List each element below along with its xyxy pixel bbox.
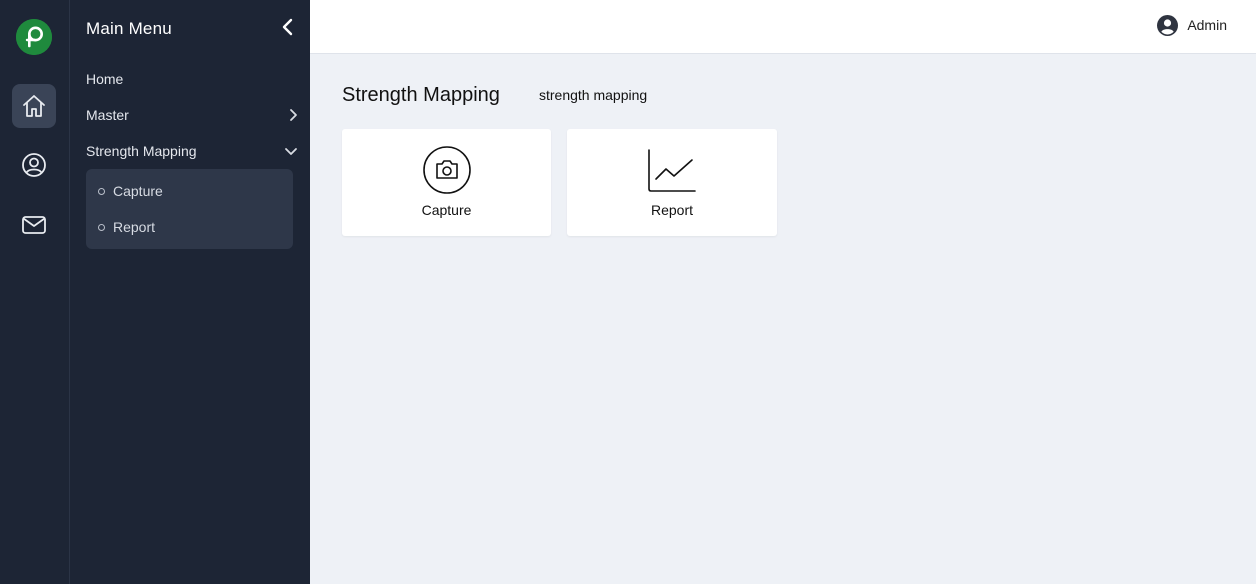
report-card[interactable]: Report [567, 129, 777, 236]
sidebar-item-home[interactable]: Home [86, 67, 298, 91]
user-name: Admin [1187, 17, 1227, 33]
bullet-icon [98, 187, 105, 195]
sidebar-collapse-button[interactable] [276, 15, 300, 39]
strength-mapping-submenu: Capture Report [86, 169, 293, 249]
top-header: Admin [310, 0, 1256, 54]
sidebar-item-strength-mapping[interactable]: Strength Mapping [86, 139, 298, 163]
breadcrumb: strength mapping [539, 87, 648, 103]
rail-home-button[interactable] [12, 84, 56, 128]
submenu-item-label: Capture [113, 183, 163, 199]
page-title: Strength Mapping [342, 84, 500, 106]
icon-rail [0, 0, 70, 584]
user-avatar-icon [1157, 14, 1179, 36]
chevron-down-icon [284, 146, 298, 156]
submenu-item-report[interactable]: Report [98, 217, 155, 237]
home-icon [21, 93, 47, 119]
card-label: Report [650, 202, 694, 218]
submenu-item-capture[interactable]: Capture [98, 181, 163, 201]
sidebar-item-master[interactable]: Master [86, 103, 298, 127]
line-chart-icon [647, 145, 697, 195]
capture-card[interactable]: Capture [342, 129, 551, 236]
sidebar-menu: Main Menu Home Master Strength Mapping C… [70, 0, 310, 584]
rail-mail-button[interactable] [12, 203, 56, 247]
user-circle-icon [21, 152, 47, 178]
sidebar-item-label: Strength Mapping [86, 143, 197, 159]
chevron-right-icon [288, 108, 298, 122]
rail-profile-button[interactable] [12, 143, 56, 187]
chevron-left-icon [281, 18, 295, 36]
sidebar-item-label: Master [86, 107, 129, 123]
logo-icon[interactable] [16, 19, 52, 55]
card-label: Capture [421, 202, 472, 218]
submenu-item-label: Report [113, 219, 156, 235]
mail-icon [21, 212, 47, 238]
sidebar-item-label: Home [86, 71, 124, 87]
camera-icon [422, 145, 472, 195]
user-menu[interactable]: Admin [1157, 13, 1227, 37]
sidebar-title: Main Menu [86, 19, 172, 38]
bullet-icon [98, 223, 105, 231]
app-root: Main Menu Home Master Strength Mapping C… [0, 0, 1256, 584]
